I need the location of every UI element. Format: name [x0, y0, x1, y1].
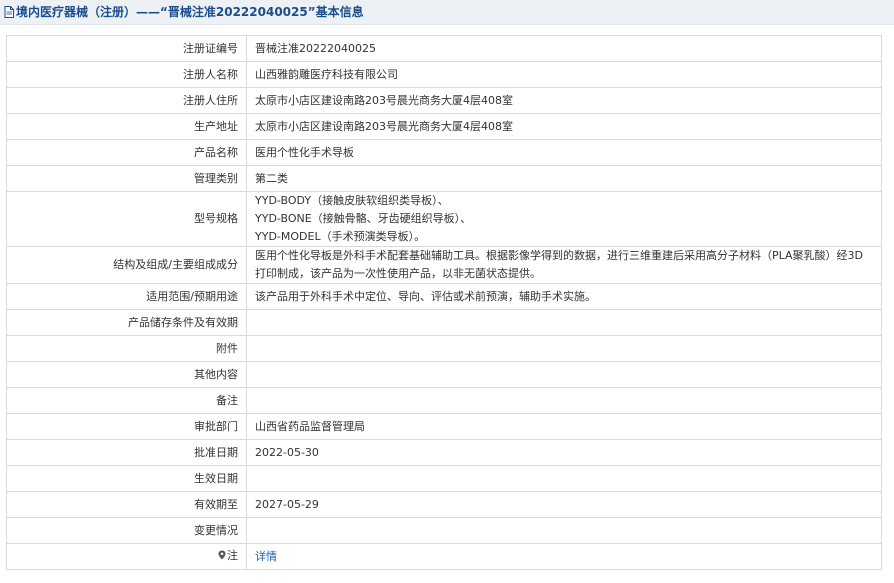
page-header: 境内医疗器械（注册）——“晋械注准20222040025”基本信息: [0, 0, 894, 25]
field-value: [246, 465, 882, 492]
field-value: YYD-BODY（接触皮肤软组织类导板）、 YYD-BONE（接触骨骼、牙齿硬组…: [246, 191, 882, 247]
field-value: [246, 361, 882, 388]
field-value: 该产品用于外科手术中定位、导向、评估或术前预演，辅助手术实施。: [246, 283, 882, 310]
field-value: 医用个性化手术导板: [246, 139, 882, 166]
field-label: 备注: [6, 387, 247, 414]
model-spec-line: YYD-MODEL（手术预演类导板）。: [255, 230, 426, 243]
document-icon: [4, 2, 14, 24]
table-row: 备注: [6, 387, 882, 414]
field-label: 管理类别: [6, 165, 247, 192]
table-row: 其他内容: [6, 361, 882, 388]
field-label: 有效期至: [6, 491, 247, 518]
table-row: 审批部门 山西省药品监督管理局: [6, 413, 882, 440]
field-label: 变更情况: [6, 517, 247, 544]
table-row: 适用范围/预期用途 该产品用于外科手术中定位、导向、评估或术前预演，辅助手术实施…: [6, 283, 882, 310]
field-value: [246, 335, 882, 362]
field-label: 适用范围/预期用途: [6, 283, 247, 310]
table-row: 型号规格 YYD-BODY（接触皮肤软组织类导板）、 YYD-BONE（接触骨骼…: [6, 191, 882, 247]
table-row: 生效日期: [6, 465, 882, 492]
table-row: 结构及组成/主要组成成分 医用个性化导板是外科手术配套基础辅助工具。根据影像学得…: [6, 246, 882, 284]
note-label-text: 注: [227, 549, 238, 562]
field-label: 审批部门: [6, 413, 247, 440]
table-row: 有效期至 2027-05-29: [6, 491, 882, 518]
detail-table-container: 注册证编号 晋械注准20222040025 注册人名称 山西雅韵雕医疗科技有限公…: [6, 35, 882, 570]
field-value: 第二类: [246, 165, 882, 192]
table-row: 批准日期 2022-05-30: [6, 439, 882, 466]
table-row: 变更情况: [6, 517, 882, 544]
field-value: 晋械注准20222040025: [246, 35, 882, 62]
details-link[interactable]: 详情: [255, 550, 277, 563]
table-row: 注册人名称 山西雅韵雕医疗科技有限公司: [6, 61, 882, 88]
table-row: 管理类别 第二类: [6, 165, 882, 192]
field-value: 太原市小店区建设南路203号晨光商务大厦4层408室: [246, 113, 882, 140]
field-label: 附件: [6, 335, 247, 362]
table-row: 注册人住所 太原市小店区建设南路203号晨光商务大厦4层408室: [6, 87, 882, 114]
field-label: 型号规格: [6, 191, 247, 247]
field-label: 结构及组成/主要组成成分: [6, 246, 247, 284]
note-label: 注: [6, 543, 247, 570]
field-label: 生效日期: [6, 465, 247, 492]
table-row: 生产地址 太原市小店区建设南路203号晨光商务大厦4层408室: [6, 113, 882, 140]
field-label: 注册证编号: [6, 35, 247, 62]
model-spec-line: YYD-BODY（接触皮肤软组织类导板）、: [255, 194, 449, 207]
table-row: 注册证编号 晋械注准20222040025: [6, 35, 882, 62]
field-value: [246, 517, 882, 544]
page-title: 境内医疗器械（注册）——“晋械注准20222040025”基本信息: [16, 5, 364, 19]
field-label: 生产地址: [6, 113, 247, 140]
field-label: 产品名称: [6, 139, 247, 166]
table-row: 附件: [6, 335, 882, 362]
field-label: 注册人名称: [6, 61, 247, 88]
table-row: 产品储存条件及有效期: [6, 309, 882, 336]
field-value: [246, 387, 882, 414]
field-value: 太原市小店区建设南路203号晨光商务大厦4层408室: [246, 87, 882, 114]
field-label: 批准日期: [6, 439, 247, 466]
field-value: 山西省药品监督管理局: [246, 413, 882, 440]
table-row: 产品名称 医用个性化手术导板: [6, 139, 882, 166]
detail-table: 注册证编号 晋械注准20222040025 注册人名称 山西雅韵雕医疗科技有限公…: [6, 35, 882, 570]
field-label: 注册人住所: [6, 87, 247, 114]
field-label: 产品储存条件及有效期: [6, 309, 247, 336]
pin-icon: [218, 548, 226, 566]
field-value: 山西雅韵雕医疗科技有限公司: [246, 61, 882, 88]
field-value: 2027-05-29: [246, 491, 882, 518]
field-value: 详情: [246, 543, 882, 570]
field-value: 2022-05-30: [246, 439, 882, 466]
field-label: 其他内容: [6, 361, 247, 388]
model-spec-line: YYD-BONE（接触骨骼、牙齿硬组织导板）、: [255, 212, 472, 225]
field-value: [246, 309, 882, 336]
field-value: 医用个性化导板是外科手术配套基础辅助工具。根据影像学得到的数据，进行三维重建后采…: [246, 246, 882, 284]
table-row: 注 详情: [6, 543, 882, 570]
